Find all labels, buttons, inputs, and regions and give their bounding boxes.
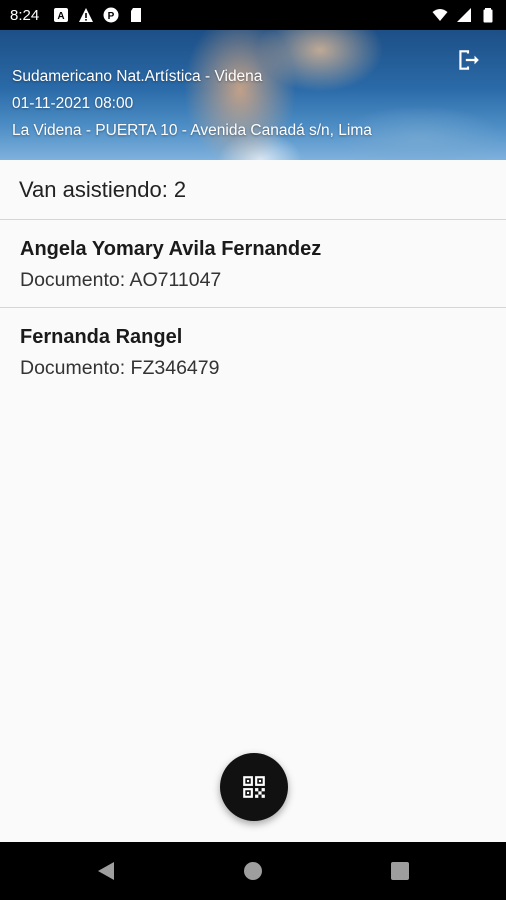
event-header: Sudamericano Nat.Artística - Videna 01-1…	[0, 30, 506, 160]
event-location: La Videna - PUERTA 10 - Avenida Canadá s…	[12, 122, 372, 139]
logout-icon	[459, 50, 479, 70]
nav-home-button[interactable]	[223, 842, 283, 900]
attendee-document: Documento: FZ346479	[20, 357, 220, 379]
home-icon	[244, 862, 262, 880]
attendee-name: Fernanda Rangel	[20, 326, 183, 348]
svg-text:P: P	[108, 11, 115, 22]
nav-recents-button[interactable]	[370, 842, 430, 900]
event-datetime: 01-11-2021 08:00	[12, 95, 134, 112]
sd-card-icon	[131, 8, 142, 22]
wifi-icon	[432, 9, 448, 21]
parking-icon: P	[103, 7, 119, 23]
list-item[interactable]: Angela Yomary Avila Fernandez Documento:…	[0, 220, 506, 308]
signal-icon	[457, 8, 471, 22]
svg-text:A: A	[58, 11, 65, 22]
attendance-count: Van asistiendo: 2	[0, 160, 506, 220]
back-icon	[98, 862, 114, 880]
scan-qr-button[interactable]	[220, 753, 288, 821]
event-title: Sudamericano Nat.Artística - Videna	[12, 68, 263, 85]
battery-icon	[483, 8, 493, 23]
attendee-list: Angela Yomary Avila Fernandez Documento:…	[0, 220, 506, 396]
list-item[interactable]: Fernanda Rangel Documento: FZ346479	[0, 308, 506, 396]
logout-button[interactable]	[454, 46, 482, 74]
status-bar: 8:24 A P	[0, 0, 506, 30]
navigation-bar	[0, 842, 506, 900]
warning-icon	[79, 8, 94, 22]
nav-back-button[interactable]	[76, 842, 136, 900]
attendee-name: Angela Yomary Avila Fernandez	[20, 238, 322, 260]
qr-code-icon	[243, 776, 265, 798]
recents-icon	[391, 862, 409, 880]
status-time: 8:24	[10, 6, 40, 24]
translate-icon: A	[54, 8, 69, 22]
attendee-document: Documento: AO711047	[20, 269, 222, 291]
